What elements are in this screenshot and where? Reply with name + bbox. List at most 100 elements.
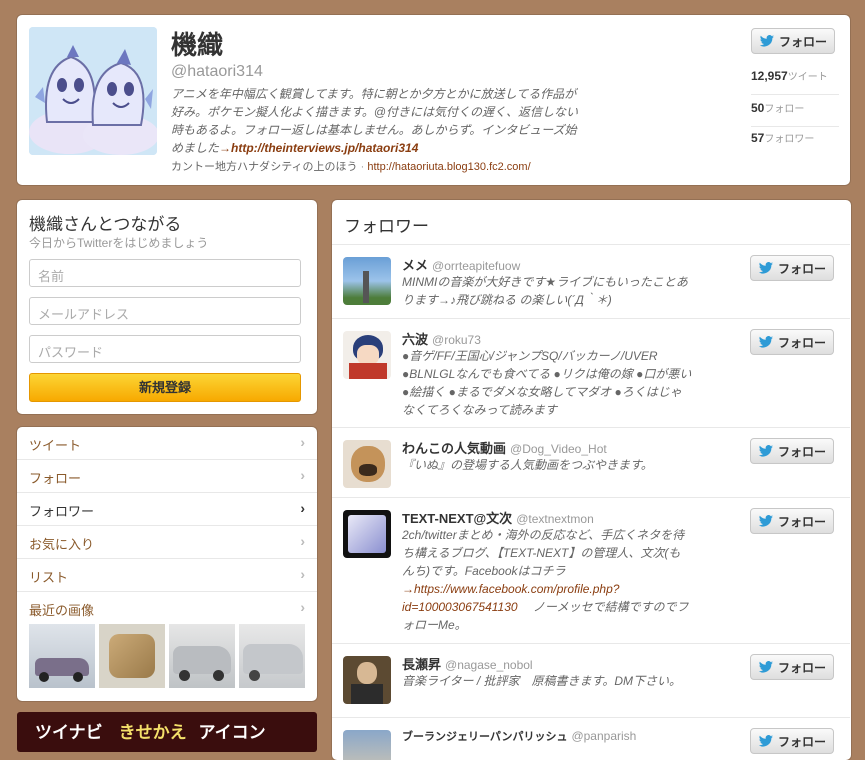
follower-avatar[interactable]: [343, 440, 391, 488]
follower-bio: MINMIの音楽が大好きです★ライブにもいったことあります→♪飛び跳ねる の楽し…: [402, 275, 688, 307]
profile-meta: カントー地方ハナダシティの上のほう · http://hataoriuta.bl…: [171, 158, 531, 174]
signup-password-field[interactable]: パスワード: [29, 335, 301, 363]
follow-button[interactable]: フォロー: [750, 728, 834, 754]
nav-tweets[interactable]: ツイート ›: [17, 427, 317, 459]
profile-avatar[interactable]: [29, 27, 157, 155]
follower-row[interactable]: わんこの人気動画 @Dog_Video_Hot 『いぬ』の登場する人気動画をつぶや…: [332, 427, 850, 497]
follower-display-name: 長瀬昇: [402, 657, 442, 672]
recent-image-thumb[interactable]: [99, 624, 165, 688]
stat-tweets[interactable]: 12,957ツイート: [751, 68, 839, 95]
twitter-bird-icon: [759, 35, 774, 47]
follower-display-name: TEXT-NEXT@文次: [402, 511, 513, 526]
follower-avatar[interactable]: [343, 656, 391, 704]
twitter-bird-icon: [758, 661, 773, 673]
follower-bio: 2ch/twitterまとめ・海外の反応など、手広くネタを待ち構えるブログ、【T…: [402, 526, 692, 634]
signup-button[interactable]: 新規登録: [29, 373, 301, 402]
stat-followers-label: フォロワー: [764, 134, 815, 145]
follow-button[interactable]: フォロー: [750, 255, 834, 281]
follower-display-name: ブーランジェリーパンパリッシュ: [402, 731, 568, 743]
twitter-bird-icon: [758, 735, 773, 747]
profile-bio-link[interactable]: →http://theinterviews.jp/hataori314: [219, 141, 418, 155]
follow-button[interactable]: フォロー: [750, 329, 834, 355]
follow-button-label: フォロー: [777, 335, 826, 350]
nav-following[interactable]: フォロー ›: [17, 459, 317, 491]
follower-avatar[interactable]: [343, 730, 391, 760]
nav-recent-images[interactable]: 最近の画像 ›: [17, 591, 317, 623]
nav-followers-label: フォロワー: [29, 504, 95, 519]
follower-handle: @orrteapitefuow: [432, 259, 521, 273]
follower-name[interactable]: メメ @orrteapitefuow: [402, 255, 520, 274]
follower-handle: @textnextmon: [516, 512, 594, 526]
signup-email-field[interactable]: メールアドレス: [29, 297, 301, 325]
follower-handle: @Dog_Video_Hot: [510, 442, 607, 456]
twitter-bird-icon: [758, 262, 773, 274]
twitter-bird-icon: [758, 445, 773, 457]
twitter-bird-icon: [758, 336, 773, 348]
follower-handle: @nagase_nobol: [445, 658, 533, 672]
follower-row[interactable]: ブーランジェリーパンパリッシュ @panparish フォロー: [332, 717, 850, 760]
profile-card: 機織 @hataori314 アニメを年中幅広く観賞してます。特に朝とか夕方とか…: [17, 15, 850, 185]
follow-button-label: フォロー: [777, 514, 826, 529]
nav-lists[interactable]: リスト ›: [17, 558, 317, 590]
follower-bio-text: 2ch/twitterまとめ・海外の反応など、手広くネタを待ち構えるブログ、【T…: [402, 528, 685, 578]
nav-favorites-label: お気に入り: [29, 537, 95, 552]
followers-title: フォロワー: [344, 217, 429, 236]
follower-avatar[interactable]: [343, 510, 391, 558]
recent-image-thumb[interactable]: [169, 624, 235, 688]
follower-name[interactable]: ブーランジェリーパンパリッシュ @panparish: [402, 728, 636, 744]
chevron-right-icon: ›: [300, 599, 305, 615]
follower-bio: ●音ゲ/FF/王国心/ジャンプSQ/バッカーノ/UVER ●BLNLGLなんでも…: [402, 349, 692, 417]
nav-lists-label: リスト: [29, 570, 69, 585]
stat-tweets-label: ツイート: [787, 72, 828, 83]
twinavi-banner[interactable]: ツイナビ きせかえ アイコン: [17, 712, 317, 752]
follower-avatar[interactable]: [343, 331, 391, 379]
follow-button-label: フォロー: [777, 444, 826, 459]
chevron-right-icon: ›: [300, 566, 305, 582]
follower-row[interactable]: TEXT-NEXT@文次 @textnextmon 2ch/twitterまとめ・…: [332, 497, 850, 643]
follower-avatar[interactable]: [343, 257, 391, 305]
banner-text-icon: アイコン: [198, 723, 266, 743]
recent-image-thumb[interactable]: [29, 624, 95, 688]
profile-nav-card: ツイート › フォロー › フォロワー › お気に入り › リスト › 最近の画…: [17, 427, 317, 701]
follower-display-name: 六波: [402, 332, 429, 347]
follow-button-label: フォロー: [777, 734, 826, 749]
chevron-right-icon: ›: [300, 467, 305, 483]
follower-bio: 『いぬ』の登場する人気動画をつぶやきます。: [402, 458, 653, 472]
nav-followers[interactable]: フォロワー ›: [17, 492, 317, 524]
profile-bio: アニメを年中幅広く観賞してます。特に朝とか夕方とかに放送してる作品が好み。ポケモ…: [171, 85, 581, 157]
follow-button-label: フォロー: [777, 660, 826, 675]
stat-followers[interactable]: 57フォロワー: [751, 130, 839, 156]
profile-website[interactable]: http://hataoriuta.blog130.fc2.com/: [367, 161, 530, 173]
chevron-right-icon: ›: [300, 533, 305, 549]
stat-followers-value: 57: [751, 131, 765, 145]
chevron-right-icon: ›: [300, 434, 305, 450]
follow-button[interactable]: フォロー: [750, 438, 834, 464]
follower-row[interactable]: 六波 @roku73 ●音ゲ/FF/王国心/ジャンプSQ/バッカーノ/UVER ●…: [332, 318, 850, 427]
recent-image-thumb[interactable]: [239, 624, 305, 688]
profile-handle: @hataori314: [171, 63, 263, 80]
profile-follow-button[interactable]: フォロー: [751, 28, 835, 54]
follow-button[interactable]: フォロー: [750, 654, 834, 680]
follow-button[interactable]: フォロー: [750, 508, 834, 534]
follow-button-label: フォロー: [777, 261, 826, 276]
nav-favorites[interactable]: お気に入り ›: [17, 525, 317, 557]
follower-row[interactable]: メメ @orrteapitefuow MINMIの音楽が大好きです★ライブにもいっ…: [332, 244, 850, 318]
signup-name-field[interactable]: 名前: [29, 259, 301, 287]
follower-name[interactable]: 長瀬昇 @nagase_nobol: [402, 654, 533, 673]
profile-location: カントー地方ハナダシティの上のほう: [171, 161, 358, 173]
stat-following[interactable]: 50フォロー: [751, 100, 839, 127]
follower-name[interactable]: 六波 @roku73: [402, 329, 481, 348]
follower-name[interactable]: わんこの人気動画 @Dog_Video_Hot: [402, 438, 607, 457]
chevron-right-icon: ›: [300, 500, 305, 516]
nav-tweets-label: ツイート: [29, 438, 82, 453]
banner-text-brand: ツイナビ: [35, 723, 103, 743]
profile-name: 機織: [171, 30, 224, 60]
nav-following-label: フォロー: [29, 471, 82, 486]
profile-follow-label: フォロー: [778, 34, 827, 49]
follower-row[interactable]: 長瀬昇 @nagase_nobol 音楽ライター / 批評家 原稿書きます。DM下…: [332, 643, 850, 717]
follower-handle: @roku73: [432, 333, 481, 347]
follower-name[interactable]: TEXT-NEXT@文次 @textnextmon: [402, 508, 594, 527]
follower-bio: 音楽ライター / 批評家 原稿書きます。DM下さい。: [402, 674, 681, 688]
stat-tweets-value: 12,957: [751, 69, 788, 83]
nav-recent-images-label: 最近の画像: [29, 603, 95, 618]
